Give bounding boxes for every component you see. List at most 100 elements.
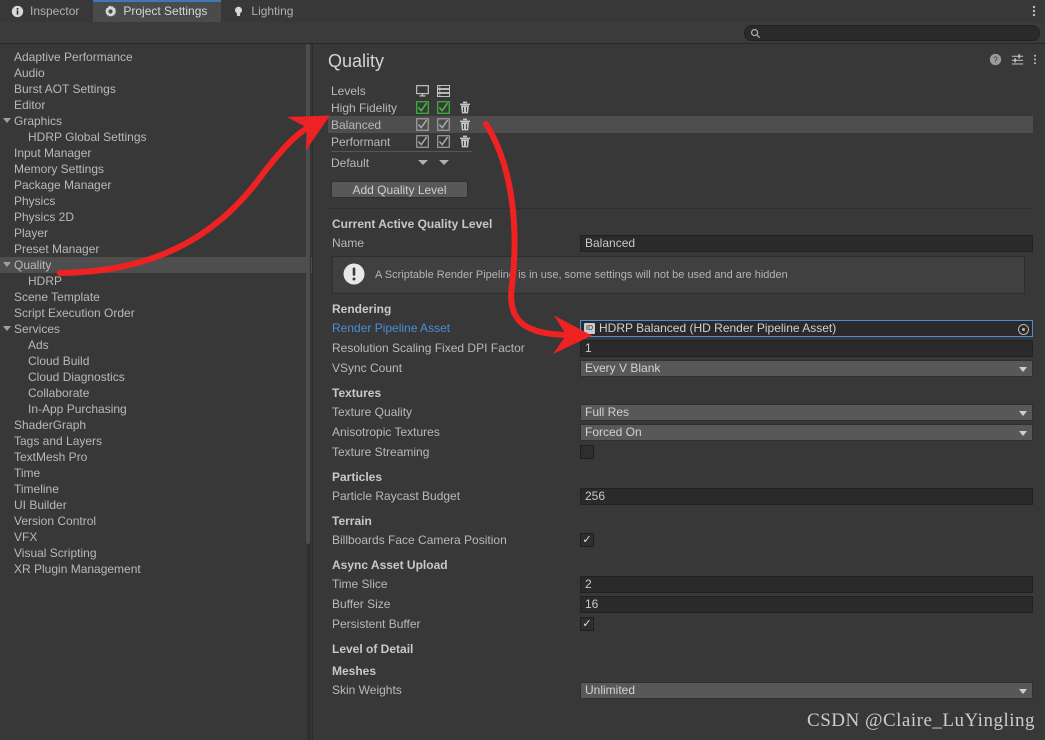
section-title: Textures <box>332 386 382 400</box>
sidebar-item-ads[interactable]: Ads <box>0 337 312 353</box>
sidebar-item-cloud-diagnostics[interactable]: Cloud Diagnostics <box>0 369 312 385</box>
sidebar-item-collaborate[interactable]: Collaborate <box>0 385 312 401</box>
quality-level-server-checkbox[interactable] <box>433 135 454 148</box>
sidebar-scrollbar-track[interactable] <box>306 44 311 740</box>
sidebar-item-xr-plugin-management[interactable]: XR Plugin Management <box>0 561 312 577</box>
sidebar-item-burst-aot-settings[interactable]: Burst AOT Settings <box>0 81 312 97</box>
sidebar-item-physics[interactable]: Physics <box>0 193 312 209</box>
quality-level-server-checkbox[interactable] <box>433 101 454 114</box>
chevron-down-icon <box>1019 410 1027 416</box>
default-desktop-dropdown[interactable] <box>412 160 433 165</box>
quality-name-input[interactable]: Balanced <box>580 234 1033 252</box>
search-box[interactable] <box>744 25 1040 41</box>
property-dropdown[interactable]: Every V Blank <box>580 359 1033 377</box>
property-row: Texture Streaming <box>328 442 1033 462</box>
tab-lighting[interactable]: Lighting <box>221 0 308 22</box>
property-label: Particle Raycast Budget <box>332 489 461 503</box>
property-text-input[interactable]: 16 <box>580 595 1033 613</box>
quality-level-row[interactable]: Performant <box>328 133 1033 150</box>
property-checkbox[interactable] <box>580 445 594 459</box>
sidebar-item-preset-manager[interactable]: Preset Manager <box>0 241 312 257</box>
property-text-input[interactable]: 256 <box>580 487 1033 505</box>
help-icon[interactable]: ? <box>989 53 1002 66</box>
sidebar-item-in-app-purchasing[interactable]: In-App Purchasing <box>0 401 312 417</box>
object-picker-icon[interactable] <box>1018 323 1029 335</box>
quality-level-row[interactable]: High Fidelity <box>328 99 1033 116</box>
sidebar-item-visual-scripting[interactable]: Visual Scripting <box>0 545 312 561</box>
tab-project-settings[interactable]: Project Settings <box>93 0 222 22</box>
quality-level-desktop-checkbox[interactable] <box>412 101 433 114</box>
sidebar-item-services[interactable]: Services <box>0 321 312 337</box>
sidebar-item-audio[interactable]: Audio <box>0 65 312 81</box>
sidebar-item-graphics[interactable]: Graphics <box>0 113 312 129</box>
sidebar-item-ui-builder[interactable]: UI Builder <box>0 497 312 513</box>
property-checkbox[interactable] <box>580 617 594 631</box>
property-dropdown[interactable]: Unlimited <box>580 681 1033 699</box>
quality-level-desktop-checkbox[interactable] <box>412 135 433 148</box>
property-text-input[interactable]: 1 <box>580 339 1033 357</box>
sidebar-item-vfx[interactable]: VFX <box>0 529 312 545</box>
kebab-menu-icon <box>1032 5 1036 17</box>
delete-quality-level-button[interactable] <box>454 118 475 131</box>
sidebar-item-script-execution-order[interactable]: Script Execution Order <box>0 305 312 321</box>
section-title: Particles <box>332 470 383 484</box>
property-dropdown[interactable]: Full Res <box>580 403 1033 421</box>
levels-header-label: Levels <box>331 83 366 98</box>
property-dropdown-value: Full Res <box>585 404 630 419</box>
add-quality-level-button[interactable]: Add Quality Level <box>331 181 468 198</box>
sidebar-item-shadergraph[interactable]: ShaderGraph <box>0 417 312 433</box>
sidebar-item-hdrp[interactable]: HDRP <box>0 273 312 289</box>
asset-thumbnail-icon: ID <box>584 322 595 334</box>
property-dropdown[interactable]: Forced On <box>580 423 1033 441</box>
property-row: Persistent Buffer <box>328 614 1033 634</box>
property-label[interactable]: Render Pipeline Asset <box>328 321 580 335</box>
levels-default-row: Default <box>328 153 1033 172</box>
sidebar-item-version-control[interactable]: Version Control <box>0 513 312 529</box>
sidebar-item-quality[interactable]: Quality <box>0 257 312 273</box>
chevron-down-icon[interactable] <box>3 326 11 331</box>
property-text-input[interactable]: 2 <box>580 575 1033 593</box>
settings-category-list[interactable]: Adaptive Performance Audio Burst AOT Setti… <box>0 44 313 740</box>
sidebar-item-time[interactable]: Time <box>0 465 312 481</box>
quality-level-row[interactable]: Balanced <box>328 116 1033 133</box>
tab-bar: Inspector Project Settings Lighting <box>0 0 1045 22</box>
sidebar-scrollbar-thumb[interactable] <box>306 44 310 544</box>
sidebar-item-tags-and-layers[interactable]: Tags and Layers <box>0 433 312 449</box>
render-pipeline-asset-field[interactable]: ID HDRP Balanced (HD Render Pipeline Asse… <box>580 319 1033 337</box>
quality-level-desktop-checkbox[interactable] <box>412 118 433 131</box>
search-input[interactable] <box>765 26 1039 40</box>
sidebar-item-label: Collaborate <box>28 386 90 400</box>
sidebar-item-editor[interactable]: Editor <box>0 97 312 113</box>
section-title: Rendering <box>332 302 392 316</box>
window-menu-button[interactable] <box>1023 0 1045 22</box>
sidebar-item-memory-settings[interactable]: Memory Settings <box>0 161 312 177</box>
tab-project-settings-label: Project Settings <box>123 4 208 18</box>
sidebar-item-cloud-build[interactable]: Cloud Build <box>0 353 312 369</box>
quality-name-row: Name Balanced <box>328 233 1033 253</box>
chevron-down-icon[interactable] <box>3 262 11 267</box>
gear-icon <box>105 5 117 17</box>
sidebar-item-player[interactable]: Player <box>0 225 312 241</box>
sidebar-item-textmesh-pro[interactable]: TextMesh Pro <box>0 449 312 465</box>
sidebar-item-adaptive-performance[interactable]: Adaptive Performance <box>0 49 312 65</box>
panel-kebab-menu-icon[interactable] <box>1033 53 1037 66</box>
sidebar-item-hdrp-global-settings[interactable]: HDRP Global Settings <box>0 129 312 145</box>
preset-icon[interactable] <box>1011 53 1024 66</box>
delete-quality-level-button[interactable] <box>454 101 475 114</box>
quality-level-server-checkbox[interactable] <box>433 118 454 131</box>
delete-quality-level-button[interactable] <box>454 135 475 148</box>
section-title: Level of Detail <box>332 642 414 656</box>
sidebar-item-input-manager[interactable]: Input Manager <box>0 145 312 161</box>
quality-level-name: High Fidelity <box>331 100 398 115</box>
levels-default-label: Default <box>331 155 370 170</box>
property-checkbox[interactable] <box>580 533 594 547</box>
tab-inspector[interactable]: Inspector <box>0 0 94 22</box>
sidebar-item-package-manager[interactable]: Package Manager <box>0 177 312 193</box>
sidebar-item-timeline[interactable]: Timeline <box>0 481 312 497</box>
sidebar-item-scene-template[interactable]: Scene Template <box>0 289 312 305</box>
sidebar-item-physics-2d[interactable]: Physics 2D <box>0 209 312 225</box>
chevron-down-icon <box>1019 366 1027 372</box>
chevron-down-icon[interactable] <box>3 118 11 123</box>
sidebar-item-label: Physics 2D <box>14 210 75 224</box>
default-server-dropdown[interactable] <box>433 160 454 165</box>
